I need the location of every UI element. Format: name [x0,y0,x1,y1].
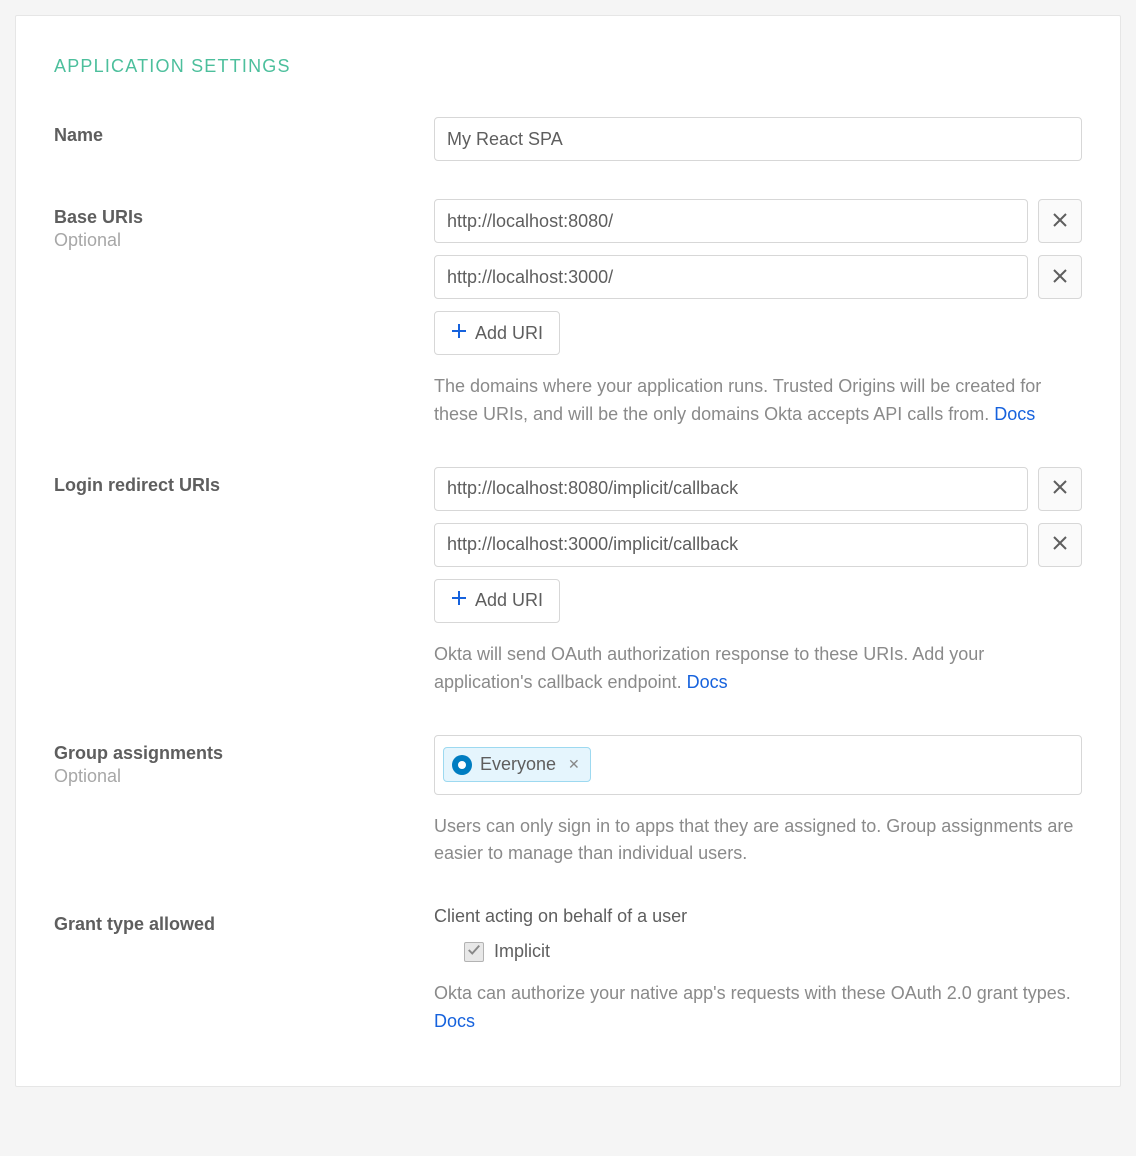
base-uris-label: Base URIs [54,207,434,228]
add-uri-label: Add URI [475,590,543,611]
close-icon [1052,479,1068,498]
name-label: Name [54,125,434,146]
section-title: APPLICATION SETTINGS [54,56,1082,77]
close-icon [1052,212,1068,231]
name-input[interactable] [434,117,1082,161]
group-assignments-sublabel: Optional [54,766,434,787]
login-redirect-uri-row [434,523,1082,567]
plus-icon [451,590,467,611]
login-redirect-row: Login redirect URIs [54,467,1082,697]
base-uri-input[interactable] [434,255,1028,299]
login-redirect-label: Login redirect URIs [54,475,434,496]
docs-link[interactable]: Docs [434,1011,475,1031]
add-base-uri-button[interactable]: Add URI [434,311,560,355]
remove-uri-button[interactable] [1038,255,1082,299]
plus-icon [451,323,467,344]
base-uris-row: Base URIs Optional [54,199,1082,429]
chip-remove-icon[interactable]: ✕ [568,756,580,773]
docs-link[interactable]: Docs [687,672,728,692]
grant-option-row: Implicit [464,941,1082,962]
grant-type-helper: Okta can authorize your native app's req… [434,980,1082,1036]
group-assignments-input[interactable]: Everyone ✕ [434,735,1082,795]
login-redirect-uri-row [434,467,1082,511]
name-row: Name [54,117,1082,161]
remove-uri-button[interactable] [1038,199,1082,243]
docs-link[interactable]: Docs [994,404,1035,424]
login-redirect-input[interactable] [434,523,1028,567]
okta-icon [452,755,472,775]
close-icon [1052,535,1068,554]
base-uri-row [434,255,1082,299]
add-uri-label: Add URI [475,323,543,344]
add-login-redirect-button[interactable]: Add URI [434,579,560,623]
group-assignments-row: Group assignments Optional Everyone ✕ Us… [54,735,1082,869]
base-uri-input[interactable] [434,199,1028,243]
checkmark-icon [467,941,481,962]
remove-uri-button[interactable] [1038,523,1082,567]
implicit-checkbox[interactable] [464,942,484,962]
login-redirect-input[interactable] [434,467,1028,511]
grant-type-label: Grant type allowed [54,914,434,935]
grant-type-row: Grant type allowed Client acting on beha… [54,906,1082,1036]
application-settings-panel: APPLICATION SETTINGS Name Base URIs Opti… [15,15,1121,1087]
group-chip: Everyone ✕ [443,747,591,782]
base-uri-row [434,199,1082,243]
base-uris-helper: The domains where your application runs.… [434,373,1082,429]
close-icon [1052,268,1068,287]
remove-uri-button[interactable] [1038,467,1082,511]
chip-label: Everyone [480,754,556,775]
grant-type-heading: Client acting on behalf of a user [434,906,1082,927]
group-assignments-label: Group assignments [54,743,434,764]
grant-option-label: Implicit [494,941,550,962]
login-redirect-helper: Okta will send OAuth authorization respo… [434,641,1082,697]
group-assignments-helper: Users can only sign in to apps that they… [434,813,1082,869]
base-uris-sublabel: Optional [54,230,434,251]
